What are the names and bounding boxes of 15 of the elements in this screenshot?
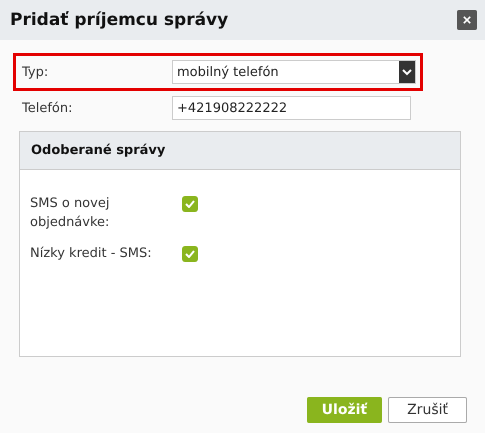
dialog-title: Pridať príjemcu správy: [10, 10, 228, 30]
type-dropdown[interactable]: mobilný telefón: [172, 60, 416, 84]
checkbox[interactable]: [182, 196, 198, 212]
field-label: Typ:: [22, 64, 50, 80]
input-field[interactable]: +421908222222: [172, 96, 411, 120]
check-icon: [185, 200, 195, 208]
panel-title: Odoberané správy: [20, 132, 460, 170]
close-button[interactable]: ×: [457, 10, 477, 30]
option-label: Nízky kredit - SMS:: [30, 245, 153, 263]
option-label: SMS o novej objednávke:: [30, 195, 110, 232]
cancel-button[interactable]: Zrušiť: [388, 397, 467, 423]
check-icon: [185, 250, 195, 258]
caret-icon: [399, 61, 415, 83]
checkbox[interactable]: [182, 246, 198, 262]
field-label: Telefón:: [22, 100, 74, 116]
